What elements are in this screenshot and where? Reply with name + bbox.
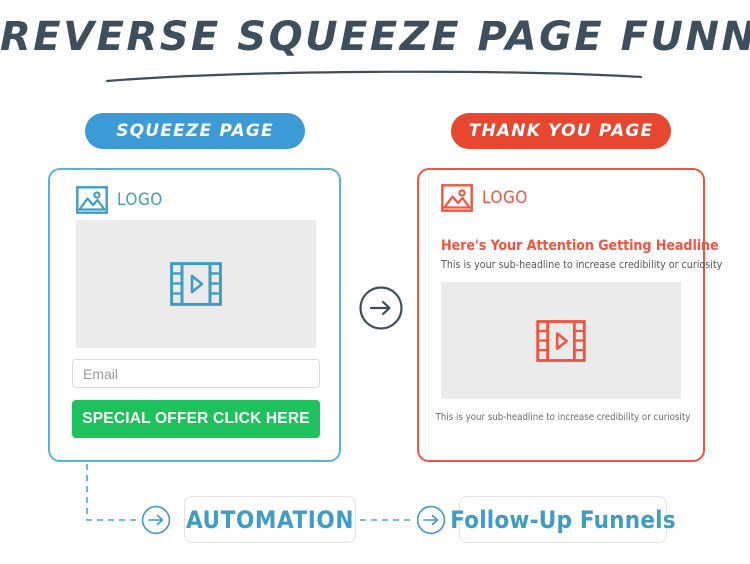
thank-you-logo-label: LOGO (482, 188, 528, 208)
squeeze-video-placeholder (76, 220, 316, 348)
thank-you-subheadline: This is your sub-headline to increase cr… (441, 259, 723, 271)
thank-you-subheadline-bottom: This is your sub-headline to increase cr… (435, 412, 691, 423)
badge-thank-you-page: THANK YOU PAGE (451, 113, 671, 149)
thank-you-page-card: LOGO Here's Your Attention Getting Headl… (417, 168, 723, 462)
thank-you-logo-row: LOGO (441, 184, 528, 212)
follow-up-funnels-box[interactable]: Follow-Up Funnels (450, 496, 676, 543)
email-input[interactable] (72, 359, 320, 388)
film-strip-play-icon (536, 319, 586, 362)
squeeze-page-card: LOGO SPECIAL OFFER CLICK HERE (48, 168, 341, 462)
film-strip-play-icon (170, 262, 222, 306)
thank-you-headline: Here's Your Attention Getting Headline (441, 238, 719, 254)
funnel-diagram: REVERSE SQUEEZE PAGE FUNNEL SQUEEZE PAGE… (0, 0, 750, 564)
image-placeholder-icon (76, 186, 108, 214)
special-offer-cta-button[interactable]: SPECIAL OFFER CLICK HERE (72, 400, 320, 438)
badge-squeeze-page: SQUEEZE PAGE (85, 113, 305, 149)
circle-arrow-right-icon (359, 286, 403, 330)
automation-box[interactable]: AUTOMATION (184, 496, 356, 543)
squeeze-logo-label: LOGO (117, 190, 163, 210)
image-placeholder-icon (441, 184, 473, 212)
thank-you-video-placeholder (441, 282, 681, 399)
circle-arrow-right-icon-automation (141, 505, 171, 535)
title-underline-swoosh (105, 70, 643, 83)
squeeze-logo-row: LOGO (76, 186, 163, 214)
circle-arrow-right-icon-followup (416, 505, 446, 535)
page-title: REVERSE SQUEEZE PAGE FUNNEL (0, 14, 750, 60)
